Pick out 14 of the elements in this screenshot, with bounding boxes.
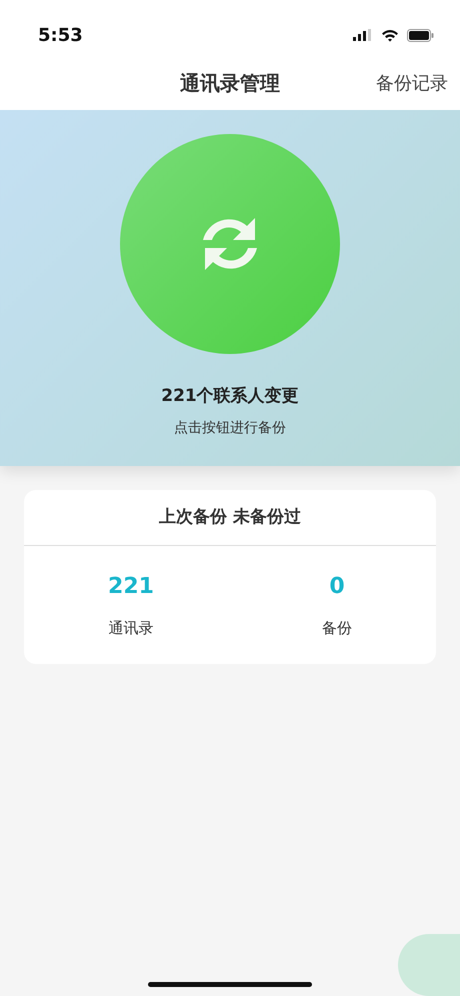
backup-history-link[interactable]: 备份记录 — [376, 70, 448, 97]
contacts-changed-text: 221个联系人变更 — [161, 385, 299, 408]
battery-icon — [407, 28, 434, 42]
stat-value: 221 — [108, 573, 154, 601]
stat-label: 备份 — [322, 618, 352, 639]
wifi-icon — [381, 28, 399, 42]
floating-button[interactable] — [398, 934, 460, 996]
backup-hint-text: 点击按钮进行备份 — [174, 418, 286, 438]
stat-label: 通讯录 — [108, 618, 154, 639]
page-title: 通讯录管理 — [180, 70, 280, 97]
last-backup-text: 上次备份 未备份过 — [159, 506, 301, 529]
status-time: 5:53 — [38, 24, 83, 48]
signal-icon — [353, 29, 373, 41]
stat-value: 0 — [329, 573, 345, 601]
